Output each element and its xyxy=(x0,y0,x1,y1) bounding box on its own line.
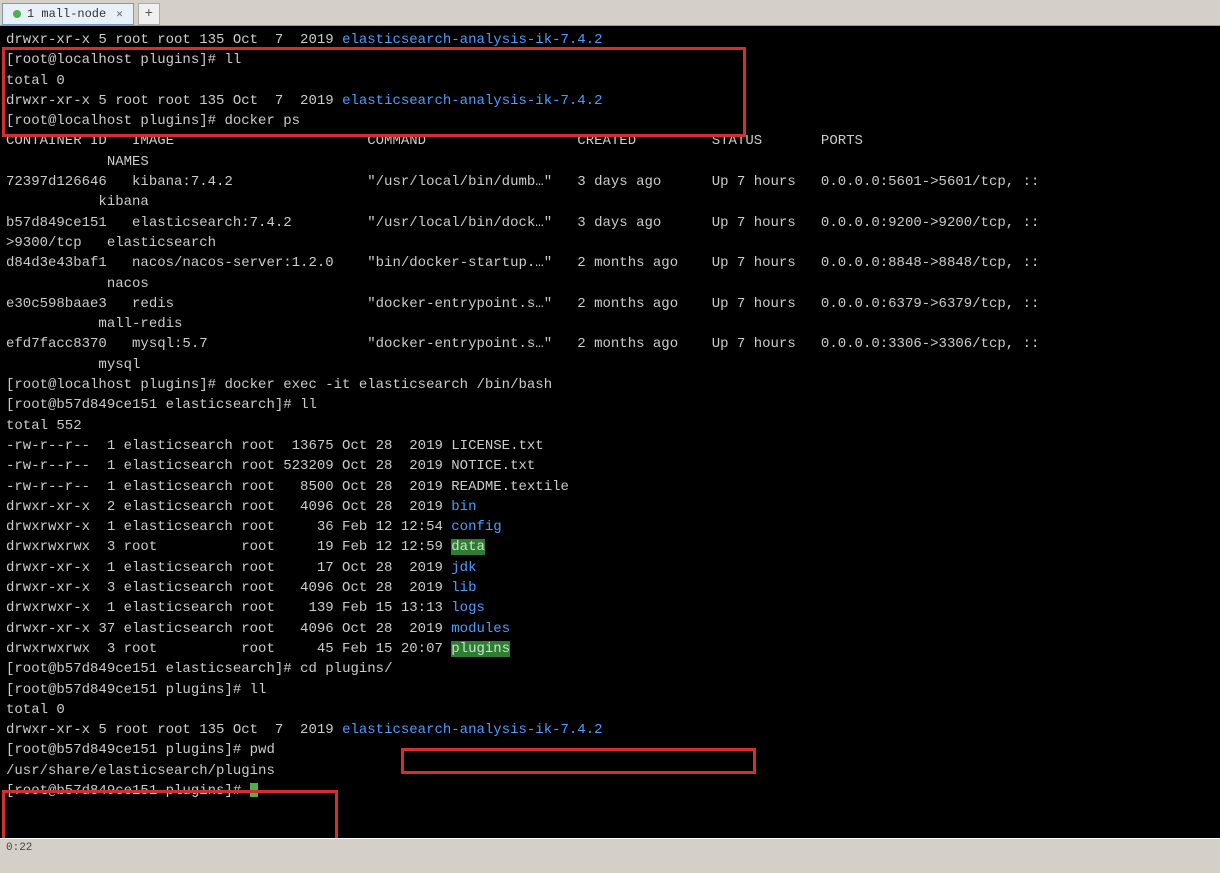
prompt: [root@localhost plugins]# xyxy=(6,113,224,129)
tab-mall-node[interactable]: 1 mall-node ✕ xyxy=(2,3,134,25)
dir-line: drwxrwxrwx 3 root root 45 Feb 15 20:07 xyxy=(6,641,451,657)
prompt: [root@b57d849ce151 plugins]# xyxy=(6,682,250,698)
ls-line: drwxr-xr-x 5 root root 135 Oct 7 2019 xyxy=(6,93,342,109)
dir-name: elasticsearch-analysis-ik-7.4.2 xyxy=(342,722,602,738)
docker-row: d84d3e43baf1 nacos/nacos-server:1.2.0 "b… xyxy=(6,255,1039,271)
add-tab-button[interactable]: + xyxy=(138,3,160,25)
dir-line: drwxr-xr-x 5 root root 135 Oct 7 2019 xyxy=(6,722,342,738)
dir-line: drwxr-xr-x 3 elasticsearch root 4096 Oct… xyxy=(6,580,451,596)
command: docker exec -it elasticsearch /bin/bash xyxy=(224,377,552,393)
file-line: -rw-r--r-- 1 elasticsearch root 523209 O… xyxy=(6,458,535,474)
docker-row: nacos xyxy=(6,276,149,292)
status-bar: 0:22 xyxy=(0,838,1220,860)
prompt: [root@localhost plugins]# xyxy=(6,52,224,68)
dir-name: elasticsearch-analysis-ik-7.4.2 xyxy=(342,93,602,109)
dir-name: data xyxy=(451,539,485,555)
docker-row: mall-redis xyxy=(6,316,182,332)
dir-name: plugins xyxy=(451,641,510,657)
dir-line: drwxr-xr-x 1 elasticsearch root 17 Oct 2… xyxy=(6,560,451,576)
dir-name: jdk xyxy=(451,560,476,576)
highlight-box-2 xyxy=(401,748,756,774)
dir-line: drwxrwxrwx 3 root root 19 Feb 12 12:59 xyxy=(6,539,451,555)
close-icon[interactable]: ✕ xyxy=(116,7,123,21)
output: total 552 xyxy=(6,418,82,434)
command: ll xyxy=(300,397,317,413)
command: pwd xyxy=(250,742,275,758)
command: ll xyxy=(250,682,267,698)
command: docker ps xyxy=(224,113,300,129)
status-time: 0:22 xyxy=(6,842,32,854)
prompt: [root@b57d849ce151 plugins]# xyxy=(6,742,250,758)
dir-line: drwxr-xr-x 37 elasticsearch root 4096 Oc… xyxy=(6,621,451,637)
terminal-output[interactable]: drwxr-xr-x 5 root root 135 Oct 7 2019 el… xyxy=(0,26,1220,838)
output: total 0 xyxy=(6,702,65,718)
docker-row: b57d849ce151 elasticsearch:7.4.2 "/usr/l… xyxy=(6,215,1039,231)
dir-name: logs xyxy=(451,600,485,616)
ls-line: drwxr-xr-x 5 root root 135 Oct 7 2019 xyxy=(6,32,342,48)
dir-name: elasticsearch-analysis-ik-7.4.2 xyxy=(342,32,602,48)
cursor-icon xyxy=(250,783,258,797)
docker-row: mysql xyxy=(6,357,140,373)
dir-name: bin xyxy=(451,499,476,515)
pwd-output: /usr/share/elasticsearch/plugins xyxy=(6,763,275,779)
dir-line: drwxr-xr-x 2 elasticsearch root 4096 Oct… xyxy=(6,499,451,515)
prompt: [root@b57d849ce151 elasticsearch]# xyxy=(6,661,300,677)
docker-header: NAMES xyxy=(6,154,149,170)
docker-row: kibana xyxy=(6,194,149,210)
prompt: [root@localhost plugins]# xyxy=(6,377,224,393)
dir-line: drwxrwxr-x 1 elasticsearch root 139 Feb … xyxy=(6,600,451,616)
docker-row: >9300/tcp elasticsearch xyxy=(6,235,216,251)
output: total 0 xyxy=(6,73,65,89)
docker-header: CONTAINER ID IMAGE COMMAND CREATED STATU… xyxy=(6,133,863,149)
dir-name: config xyxy=(451,519,501,535)
docker-row: 72397d126646 kibana:7.4.2 "/usr/local/bi… xyxy=(6,174,1039,190)
dir-name: modules xyxy=(451,621,510,637)
file-line: -rw-r--r-- 1 elasticsearch root 8500 Oct… xyxy=(6,479,569,495)
command: ll xyxy=(224,52,241,68)
command: cd plugins/ xyxy=(300,661,392,677)
tabs-bar: 1 mall-node ✕ + xyxy=(0,0,1220,26)
prompt: [root@b57d849ce151 elasticsearch]# xyxy=(6,397,300,413)
tab-label: 1 mall-node xyxy=(27,7,106,21)
status-dot-icon xyxy=(13,10,21,18)
dir-name: lib xyxy=(451,580,476,596)
docker-row: efd7facc8370 mysql:5.7 "docker-entrypoin… xyxy=(6,336,1039,352)
dir-line: drwxrwxr-x 1 elasticsearch root 36 Feb 1… xyxy=(6,519,451,535)
file-line: -rw-r--r-- 1 elasticsearch root 13675 Oc… xyxy=(6,438,544,454)
prompt: [root@b57d849ce151 plugins]# xyxy=(6,783,250,799)
docker-row: e30c598baae3 redis "docker-entrypoint.s…… xyxy=(6,296,1039,312)
